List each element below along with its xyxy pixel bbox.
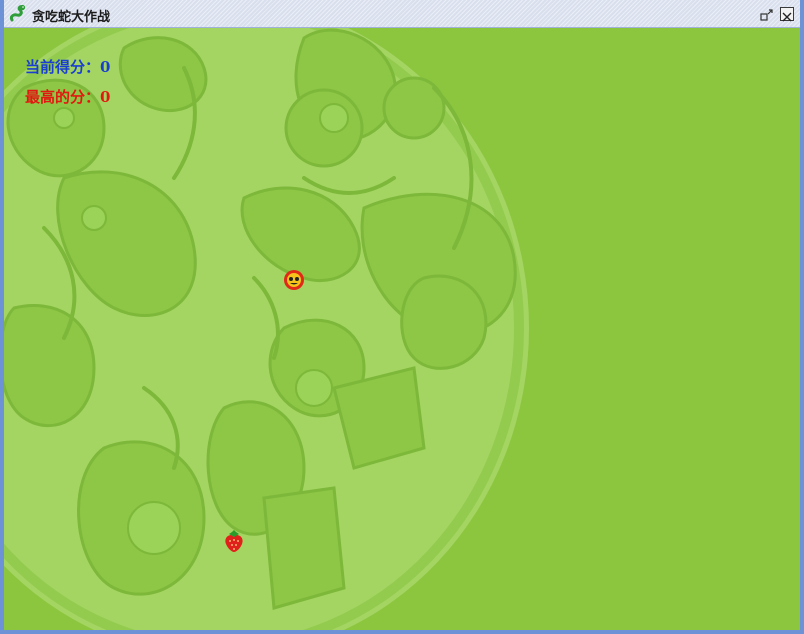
game-board[interactable]: 当前得分：0 最高的分：0 bbox=[4, 28, 800, 630]
best-score-label: 最高的分： bbox=[25, 88, 101, 106]
best-score-value: 0 bbox=[100, 88, 111, 106]
strawberry-icon bbox=[223, 529, 245, 557]
window-title: 贪吃蛇大作战 bbox=[32, 10, 111, 25]
snake-head-icon bbox=[283, 269, 305, 295]
game-window: 贪吃蛇大作战 当前得分：0 最高的分：0 bbox=[0, 0, 804, 634]
title-bar[interactable]: 贪吃蛇大作战 bbox=[4, 0, 800, 28]
close-icon[interactable] bbox=[780, 7, 794, 22]
best-score: 最高的分：0 bbox=[25, 86, 110, 107]
background-artwork bbox=[4, 28, 529, 630]
current-score-label: 当前得分： bbox=[25, 58, 101, 76]
window-bottom-border bbox=[0, 630, 796, 634]
snake-app-icon bbox=[8, 4, 28, 24]
restore-icon[interactable] bbox=[760, 7, 774, 21]
current-score-value: 0 bbox=[100, 58, 111, 76]
current-score: 当前得分：0 bbox=[25, 56, 110, 77]
